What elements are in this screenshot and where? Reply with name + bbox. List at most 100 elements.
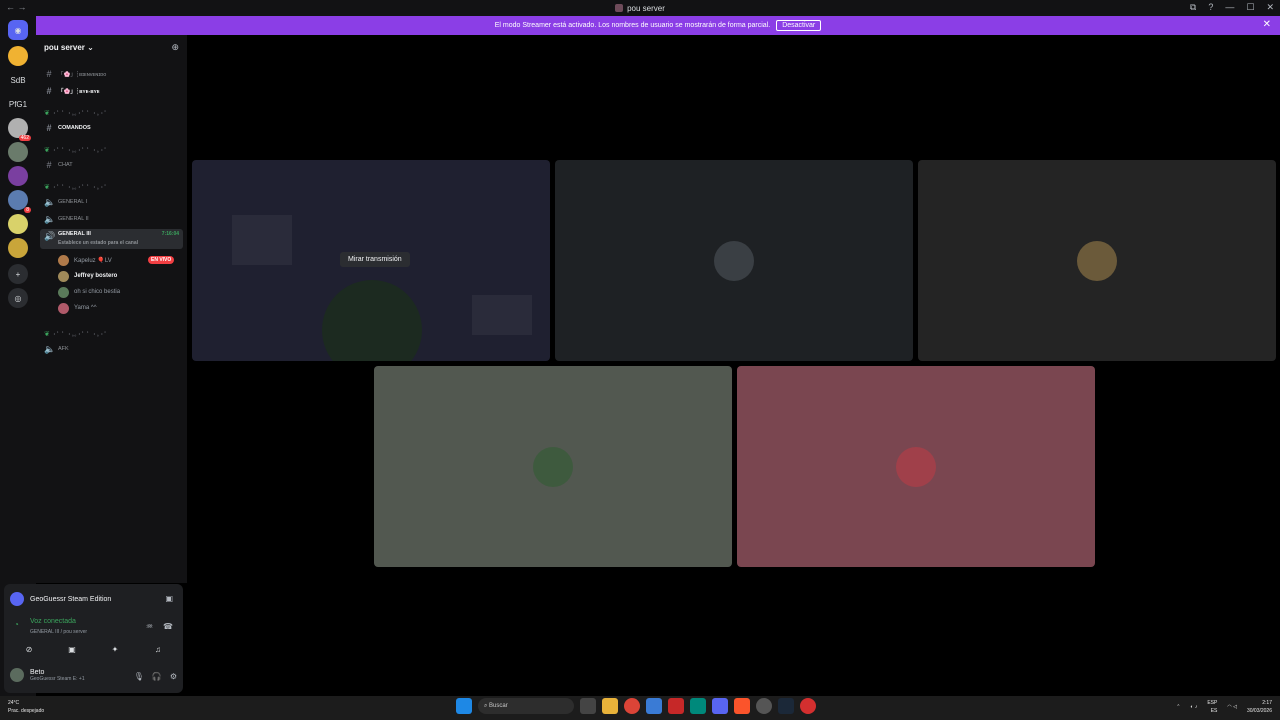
soundboard-button[interactable]: ♫ xyxy=(139,642,177,656)
guild-pfg1[interactable]: PfG1 xyxy=(8,94,28,114)
avatar xyxy=(533,446,573,487)
tray-icons[interactable]: ◐ ♪ xyxy=(1190,704,1197,710)
call-timer: 7:16:04 xyxy=(161,231,179,237)
avatar xyxy=(714,240,754,281)
avatar xyxy=(58,302,69,314)
participant-tile[interactable] xyxy=(918,160,1276,361)
speaker-icon: 🔈 xyxy=(44,213,56,224)
channel-bienvenido[interactable]: # 「🌸」┊ʙɪᴇɴᴠᴇɴɪᴅᴏ xyxy=(44,68,106,80)
brave-icon[interactable] xyxy=(734,698,750,714)
stream-tile[interactable]: Mirar transmisión xyxy=(192,160,550,361)
app-icon[interactable] xyxy=(668,698,684,714)
screen-share-button[interactable]: ▣ xyxy=(53,642,91,656)
wifi-volume-icons[interactable]: ◠ ◁ xyxy=(1227,704,1237,710)
signal-icon: ◔ xyxy=(14,620,19,629)
headphones-icon[interactable]: 🎧 xyxy=(152,672,162,681)
inbox-icon[interactable]: ⧉ xyxy=(1190,2,1196,13)
avatar xyxy=(896,446,936,487)
participant-tile[interactable] xyxy=(737,366,1095,567)
leaf-icon: ❦ xyxy=(44,331,50,338)
guild-3[interactable]: 462 xyxy=(8,118,31,141)
category-1[interactable]: ❦ ・゜゜・。。・゜゜・。・゜ xyxy=(44,109,109,117)
member-yama[interactable]: Yama ^^ xyxy=(58,302,97,314)
participant-tile[interactable] xyxy=(555,160,913,361)
close-icon[interactable]: ✕ xyxy=(1263,19,1271,30)
game-icon xyxy=(10,592,24,606)
member-chico-bestia[interactable]: oh si chico bestia xyxy=(58,286,120,298)
voice-general-3[interactable]: 🔊 GENERAL III 7:16:04 Establece un estado… xyxy=(40,229,183,249)
weather-widget[interactable]: 24°C Prac. despejado xyxy=(8,699,44,715)
microphone-icon[interactable]: 🎙 xyxy=(134,672,144,681)
category-3[interactable]: ❦ ・゜゜・。。・゜゜・。・゜ xyxy=(44,183,109,191)
member-kapeluz[interactable]: Kapeluz 🎈LV EN VIVO xyxy=(58,254,175,266)
app-icon[interactable] xyxy=(690,698,706,714)
guild-sdb[interactable]: SdB xyxy=(8,70,28,90)
unread-badge: 8 xyxy=(24,207,31,213)
guild-7[interactable] xyxy=(8,214,28,234)
activities-button[interactable]: ✦ xyxy=(96,642,134,656)
noise-suppression-icon[interactable]: ♒ xyxy=(146,622,153,631)
discover-icon[interactable]: ◎ xyxy=(8,288,28,308)
title-bar: ← → pou server ⧉ ? — ☐ ✕ xyxy=(0,0,1280,16)
language-indicator[interactable]: ESP ES xyxy=(1207,699,1217,715)
speaker-icon: 🔊 xyxy=(44,231,56,241)
voice-status[interactable]: Voz conectada xyxy=(30,618,76,625)
guild-5[interactable] xyxy=(8,166,28,186)
stream-icon[interactable]: ▣ xyxy=(165,594,173,603)
stream-widget xyxy=(472,295,532,335)
stream-globe xyxy=(322,280,422,361)
app-icon[interactable] xyxy=(646,698,662,714)
add-server-icon[interactable]: + xyxy=(8,264,28,284)
category-4[interactable]: ❦ ・゜゜・。。・゜゜・。・゜ xyxy=(44,330,109,338)
chrome-icon[interactable] xyxy=(624,698,640,714)
voice-stage: Mirar transmisión xyxy=(187,35,1280,696)
steam-icon[interactable] xyxy=(778,698,794,714)
unread-badge: 462 xyxy=(18,135,31,141)
channel-byebye[interactable]: # 「🌸」┊ʙʏᴇ-ʙʏᴇ xyxy=(44,85,99,97)
task-view-icon[interactable] xyxy=(580,698,596,714)
file-explorer-icon[interactable] xyxy=(602,698,618,714)
activity-row[interactable]: GeoGuessr Steam Edition xyxy=(10,592,111,606)
help-icon[interactable]: ? xyxy=(1208,2,1213,13)
window-title: pou server xyxy=(0,3,1280,13)
server-name[interactable]: pou server ⌄ xyxy=(44,43,94,52)
disable-streamer-button[interactable]: Desactivar xyxy=(776,20,822,31)
avatar xyxy=(58,286,69,298)
minimize-button[interactable]: — xyxy=(1225,2,1234,13)
taskbar-search[interactable]: ⌕ Buscar xyxy=(478,698,574,714)
avatar xyxy=(10,668,24,682)
guild-4[interactable] xyxy=(8,142,28,162)
taskbar: 24°C Prac. despejado ⌕ Buscar ⌃ ◐ ♪ ESP ES… xyxy=(0,696,1280,720)
voice-general-1[interactable]: 🔈 GENERAL I xyxy=(44,196,87,208)
channel-chat[interactable]: # CHAT xyxy=(44,159,72,171)
member-jeffrey[interactable]: Jeffrey bostero xyxy=(58,270,117,282)
maximize-button[interactable]: ☐ xyxy=(1246,2,1254,13)
speaker-icon: 🔈 xyxy=(44,343,56,354)
guild-6[interactable]: 8 xyxy=(8,190,31,213)
hash-icon: # xyxy=(46,86,52,96)
camera-off-button[interactable]: ⊘ xyxy=(10,642,48,656)
channel-status[interactable]: Establece un estado para el canal xyxy=(58,240,138,246)
app-icon[interactable] xyxy=(800,698,816,714)
windows-start-icon[interactable] xyxy=(456,698,472,714)
channel-comandos[interactable]: # COMANDOS xyxy=(44,122,90,134)
guild-0[interactable] xyxy=(8,46,28,66)
app-icon[interactable] xyxy=(756,698,772,714)
invite-icon[interactable]: ⊕ xyxy=(171,42,179,53)
disconnect-icon[interactable]: ☎ xyxy=(163,622,173,631)
voice-afk[interactable]: 🔈 AFK xyxy=(44,343,69,355)
guild-8[interactable] xyxy=(8,238,28,258)
hash-icon: # xyxy=(46,69,52,79)
gear-icon[interactable]: ⚙ xyxy=(170,672,177,681)
watch-stream-button[interactable]: Mirar transmisión xyxy=(340,252,410,267)
category-2[interactable]: ❦ ・゜゜・。。・゜゜・。・゜ xyxy=(44,146,109,154)
tray-chevron-icon[interactable]: ⌃ xyxy=(1176,704,1180,710)
discord-home-icon[interactable]: ◉ xyxy=(8,20,28,40)
clock[interactable]: 2:17 30/03/2026 xyxy=(1247,699,1272,715)
username: Beto xyxy=(30,668,45,676)
user-info[interactable]: Beto GeoGuessr Steam E: +1 xyxy=(10,668,85,682)
voice-general-2[interactable]: 🔈 GENERAL II xyxy=(44,213,89,225)
discord-taskbar-icon[interactable] xyxy=(712,698,728,714)
participant-tile[interactable] xyxy=(374,366,732,567)
close-button[interactable]: ✕ xyxy=(1266,2,1274,13)
